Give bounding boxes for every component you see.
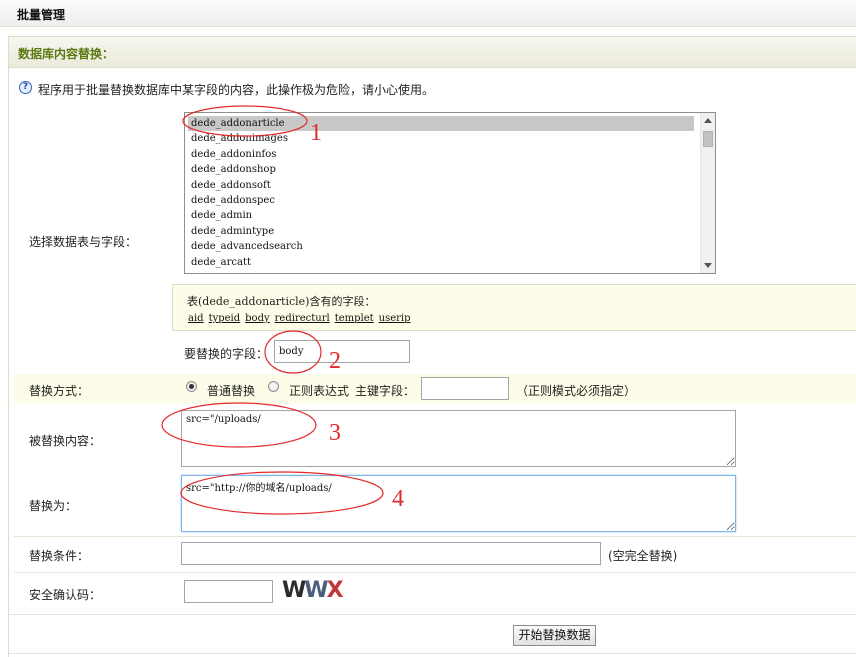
panel-title: 数据库内容替换：	[18, 47, 115, 61]
panel-header: 数据库内容替换：	[9, 37, 856, 68]
listbox-scrollbar[interactable]	[700, 113, 715, 273]
table-option[interactable]: dede_admin	[188, 208, 694, 223]
table-option[interactable]: dede_addonimages	[188, 131, 694, 146]
info-icon: ?	[19, 81, 32, 94]
condition-hint: (空完全替换)	[608, 549, 678, 563]
annotation-number-4: 4	[392, 486, 404, 512]
annotation-number-3: 3	[329, 420, 341, 446]
field-link[interactable]: redirecturl	[275, 313, 330, 324]
mode-label: 替换方式：	[29, 384, 90, 398]
regex-hint: （正则模式必须指定）	[516, 384, 637, 398]
field-link[interactable]: body	[245, 313, 269, 324]
start-replace-button[interactable]: 开始替换数据	[513, 625, 596, 646]
captcha-input[interactable]	[184, 580, 273, 603]
radio-regex[interactable]	[268, 381, 279, 392]
scroll-up-icon[interactable]	[704, 118, 712, 123]
condition-label: 替换条件：	[29, 549, 90, 563]
annotation-number-1: 1	[310, 120, 322, 146]
captcha-last-char: X	[326, 578, 344, 603]
divider	[8, 614, 856, 615]
table-option[interactable]: dede_addoninfos	[188, 147, 694, 162]
radio-normal[interactable]	[186, 381, 197, 392]
divider	[8, 653, 856, 654]
table-listbox[interactable]: dede_addonarticle dede_addonimages dede_ad…	[184, 112, 716, 274]
scroll-thumb[interactable]	[703, 131, 713, 147]
notice-text: 程序用于批量替换数据库中某字段的内容，此操作极为危险，请小心使用。	[38, 83, 435, 97]
field-link[interactable]: templet	[335, 313, 374, 324]
table-option[interactable]: dede_advancedsearch	[188, 239, 694, 254]
field-link[interactable]: userip	[379, 313, 411, 324]
table-option[interactable]: dede_addonarticle	[188, 116, 694, 132]
table-options: dede_addonarticle dede_addonimages dede_ad…	[185, 113, 715, 270]
fields-caption: 表(dede_addonarticle)含有的字段：	[187, 295, 376, 308]
captcha-image[interactable]: WWX	[282, 578, 344, 603]
table-option[interactable]: dede_addonsoft	[188, 178, 694, 193]
field-link[interactable]: typeid	[209, 313, 241, 324]
divider	[14, 536, 856, 537]
replace-field-label: 要替换的字段：	[184, 347, 269, 361]
scroll-down-icon[interactable]	[704, 263, 712, 268]
condition-input[interactable]	[181, 542, 601, 565]
header-title: 批量管理	[17, 8, 66, 22]
replace-with-label: 替换为：	[29, 499, 78, 513]
replace-with-textarea[interactable]	[181, 475, 736, 532]
annotation-number-2: 2	[329, 348, 341, 374]
key-field-input[interactable]	[421, 377, 509, 400]
table-option[interactable]: dede_admintype	[188, 224, 694, 239]
divider	[14, 572, 856, 573]
top-header: 批量管理	[0, 0, 856, 27]
table-select-label: 选择数据表与字段：	[29, 235, 138, 249]
fields-box: 表(dede_addonarticle)含有的字段： aid typeid body…	[172, 284, 856, 331]
radio-normal-label: 普通替换	[207, 384, 256, 398]
replace-field-input[interactable]	[274, 340, 410, 363]
captcha-label: 安全确认码：	[29, 588, 102, 602]
radio-regex-label: 正则表达式	[289, 384, 350, 398]
table-option[interactable]: dede_arcatt	[188, 255, 694, 270]
replaced-content-textarea[interactable]	[181, 410, 736, 467]
replaced-content-label: 被替换内容：	[29, 434, 102, 448]
table-option[interactable]: dede_addonshop	[188, 162, 694, 177]
field-links: aid typeid body redirecturl templet userip	[188, 313, 416, 324]
table-option[interactable]: dede_addonspec	[188, 193, 694, 208]
field-link[interactable]: aid	[188, 313, 204, 324]
key-field-label: 主键字段：	[355, 384, 416, 398]
